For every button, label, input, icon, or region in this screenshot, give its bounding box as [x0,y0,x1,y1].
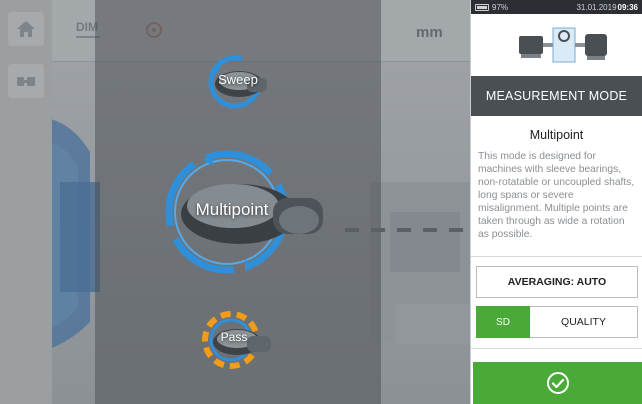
status-date: 31.01.2019 [576,2,617,12]
battery-level: 97% [492,2,509,12]
confirm-button[interactable] [473,362,642,404]
quality-toggle-option[interactable]: QUALITY [530,306,638,338]
sd-quality-toggle: SD QUALITY [476,306,638,338]
app-screen: DIM mm Sweep Multipoint Pass 97% 31.01.2… [0,0,642,404]
status-bar: 97% 31.01.2019 09:36 [471,0,642,14]
sd-toggle-option[interactable]: SD [476,306,530,338]
multipoint-mode-label: Multipoint [195,200,269,219]
mode-selector-overlay: Sweep Multipoint Pass [95,0,475,404]
shaft-axis-line [345,228,475,232]
battery-icon [475,3,489,11]
overlay-dim-right [381,0,470,404]
pass-mode-label: Pass [220,330,248,344]
check-circle-icon [546,372,569,394]
machine-train-icon [519,27,607,63]
mode-title: Multipoint [529,128,584,142]
divider [471,256,642,257]
divider-bottom [471,348,642,349]
status-time: 09:36 [617,2,638,12]
panel-header: MEASUREMENT MODE [471,76,642,116]
right-panel: 97% 31.01.2019 09:36 MEASUREMENT MODE Mu… [470,0,642,404]
pass-mode-option[interactable]: Pass [199,304,279,374]
averaging-button[interactable]: AVERAGING: AUTO [476,266,638,298]
multipoint-mode-option[interactable]: Multipoint [163,148,331,278]
sweep-mode-option[interactable]: Sweep [203,52,273,112]
mode-description: This mode is designed for machines with … [478,151,635,240]
machine-train-thumbnail[interactable] [471,14,642,76]
overlay-dim-left [0,0,95,404]
sweep-mode-label: Sweep [218,72,258,87]
